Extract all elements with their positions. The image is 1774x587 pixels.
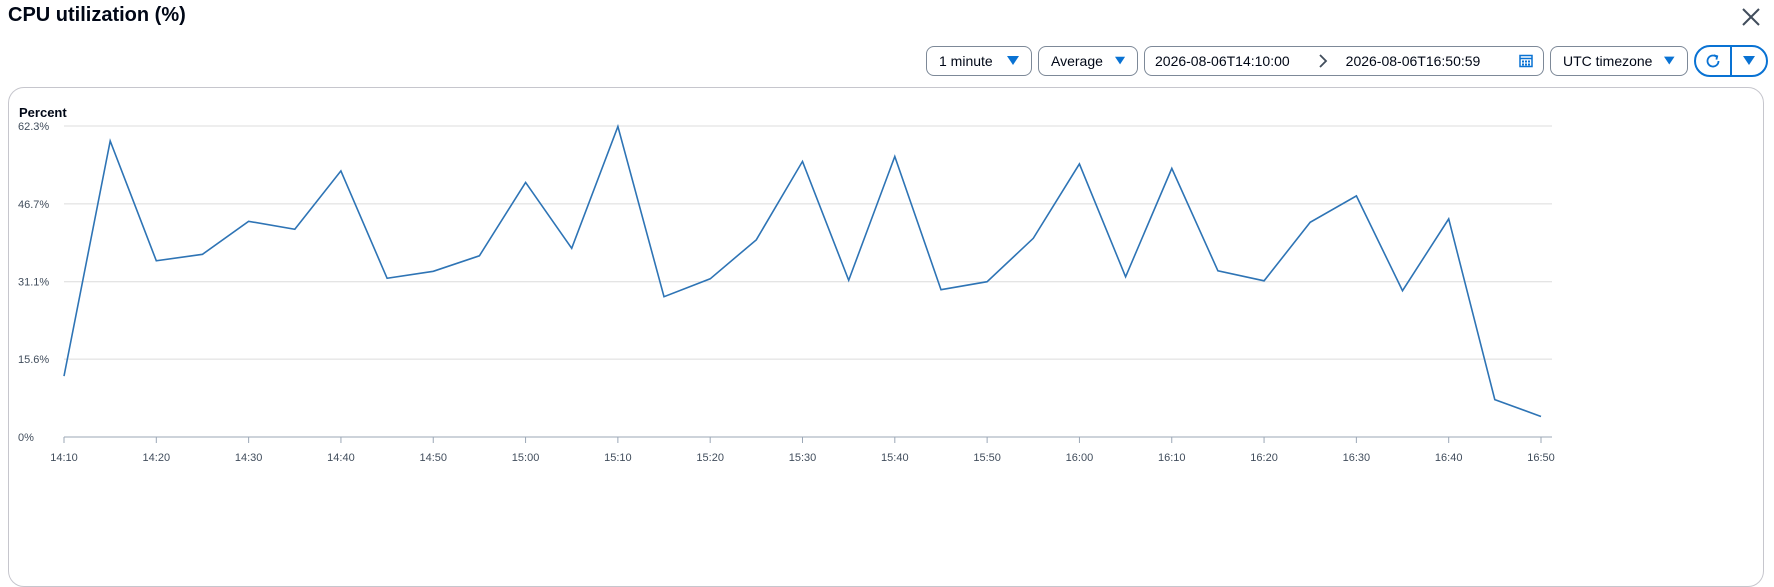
data-point[interactable] (1169, 165, 1175, 171)
data-point[interactable] (1492, 397, 1498, 403)
x-tick-label: 15:10 (604, 452, 632, 464)
x-tick-label: 14:40 (327, 452, 355, 464)
data-point[interactable] (199, 251, 205, 257)
data-point[interactable] (61, 373, 67, 379)
x-tick-label: 15:00 (512, 452, 540, 464)
y-tick-label: 0% (18, 432, 34, 444)
x-tick-label: 16:00 (1066, 452, 1094, 464)
data-point[interactable] (984, 279, 990, 285)
data-point[interactable] (753, 237, 759, 243)
data-point[interactable] (1261, 278, 1267, 284)
data-point[interactable] (246, 218, 252, 224)
x-tick-label: 15:50 (973, 452, 1001, 464)
data-point[interactable] (153, 258, 159, 264)
data-point[interactable] (1400, 288, 1406, 294)
y-tick-label: 46.7% (18, 199, 49, 211)
x-tick-label: 14:10 (50, 452, 78, 464)
data-point[interactable] (569, 245, 575, 251)
data-point[interactable] (292, 226, 298, 232)
data-point[interactable] (430, 268, 436, 274)
x-tick-label: 16:40 (1435, 452, 1463, 464)
x-tick-label: 16:50 (1527, 452, 1555, 464)
x-tick-label: 16:30 (1343, 452, 1371, 464)
data-point[interactable] (800, 158, 806, 164)
data-point[interactable] (384, 275, 390, 281)
y-axis-label: Percent (19, 105, 67, 120)
data-point[interactable] (338, 168, 344, 174)
data-point[interactable] (476, 253, 482, 259)
data-point[interactable] (1446, 216, 1452, 222)
x-tick-label: 15:20 (696, 452, 724, 464)
data-point[interactable] (1307, 219, 1313, 225)
y-tick-label: 15.6% (18, 354, 49, 366)
x-tick-label: 14:50 (419, 452, 447, 464)
data-point[interactable] (615, 123, 621, 129)
cpu-utilization-chart: Percent 0% 15.6% 31.1% 46.7% 62.3% 14:10 14:2… (18, 105, 1555, 464)
x-tick-label: 15:40 (881, 452, 909, 464)
data-point[interactable] (846, 277, 852, 283)
data-point[interactable] (1538, 414, 1544, 420)
data-point[interactable] (1030, 235, 1036, 241)
x-tick-label: 14:20 (143, 452, 171, 464)
x-tick-label: 15:30 (789, 452, 817, 464)
y-tick-label: 31.1% (18, 277, 49, 289)
data-point[interactable] (523, 179, 529, 185)
data-point[interactable] (1123, 274, 1129, 280)
y-tick-label: 62.3% (18, 121, 49, 133)
data-point[interactable] (707, 276, 713, 282)
data-point[interactable] (107, 138, 113, 144)
x-tick-label: 14:30 (235, 452, 263, 464)
series-line[interactable] (63, 123, 1542, 418)
data-point[interactable] (938, 287, 944, 293)
x-tick-label: 16:10 (1158, 452, 1186, 464)
data-point[interactable] (1353, 193, 1359, 199)
data-point[interactable] (1215, 268, 1221, 274)
x-tick-label: 16:20 (1250, 452, 1278, 464)
data-point[interactable] (661, 294, 667, 300)
data-point[interactable] (892, 153, 898, 159)
data-point[interactable] (1076, 161, 1082, 167)
